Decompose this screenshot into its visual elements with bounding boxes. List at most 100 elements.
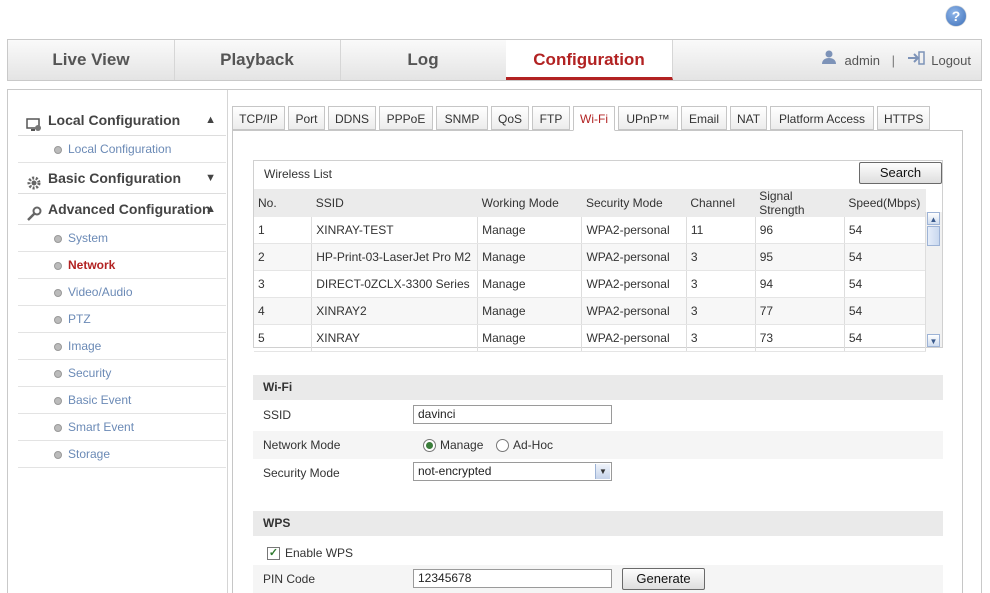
generate-button[interactable]: Generate [622,568,705,590]
col-speed[interactable]: Speed(Mbps) [844,189,926,217]
tab-playback[interactable]: Playback [174,40,341,80]
mode-manage-label: Manage [440,438,484,452]
cell-ssid: XINRAY2 [311,297,479,325]
table-row[interactable]: 3 DIRECT-0ZCLX-3300 Series Manage WPA2-p… [254,270,927,298]
user-separator: | [891,52,895,68]
cell-working-mode: Manage [477,217,583,244]
tab-log[interactable]: Log [340,40,507,80]
sidebar-divider [227,90,228,593]
radio-adhoc[interactable] [496,439,509,453]
cell-working-mode: Manage [477,297,583,325]
cell-channel: 3 [686,243,756,271]
col-ssid[interactable]: SSID [311,189,478,217]
chevron-down-icon[interactable]: ▼ [595,464,610,479]
sidebar-item-system[interactable]: System [18,225,226,252]
tab-nat[interactable]: NAT [730,106,767,130]
user-icon [821,50,841,68]
cell-working-mode: Manage [477,243,583,271]
cell-working-mode: Manage [477,324,583,352]
sidebar-item-basic-event[interactable]: Basic Event [18,387,226,414]
sidebar-item-security[interactable]: Security [18,360,226,387]
sidebar-item-storage[interactable]: Storage [18,441,226,468]
tab-ftp[interactable]: FTP [532,106,570,130]
tab-live-view[interactable]: Live View [8,40,175,80]
col-signal-strength[interactable]: Signal Strength [755,189,845,217]
tab-pppoe[interactable]: PPPoE [379,106,433,130]
enable-wps-option[interactable]: ✓ Enable WPS [267,539,353,567]
sidebar-section-local[interactable]: Local Configuration ▲ [18,105,226,136]
sidebar-item-local-configuration[interactable]: Local Configuration [18,136,226,163]
tab-tcpip[interactable]: TCP/IP [232,106,285,130]
ssid-row: SSID davinci [253,401,943,429]
table-row[interactable]: 2 HP-Print-03-LaserJet Pro M2 Manage WPA… [254,243,927,271]
tab-snmp[interactable]: SNMP [436,106,488,130]
cell-signal-strength: 73 [755,324,845,352]
sidebar-item-image[interactable]: Image [18,333,226,360]
cell-speed: 54 [844,324,927,352]
mode-adhoc-option[interactable]: Ad-Hoc [496,431,553,459]
radio-manage[interactable] [423,439,436,453]
ssid-input[interactable]: davinci [413,405,612,424]
tab-https[interactable]: HTTPS [877,106,930,130]
local-config-icon [26,113,42,132]
wireless-list-panel: Wireless List Search No. SSID Working Mo… [253,160,943,352]
sidebar-section-local-label: Local Configuration [48,112,181,128]
col-security-mode[interactable]: Security Mode [581,189,687,217]
security-mode-value: not-encrypted [418,464,492,478]
wrench-icon [26,202,42,222]
chevron-down-icon: ▼ [205,172,216,184]
col-channel[interactable]: Channel [686,189,756,217]
security-mode-select[interactable]: not-encrypted ▼ [413,462,612,481]
cell-ssid: XINRAY-TEST [311,217,479,244]
sidebar-item-ptz[interactable]: PTZ [18,306,226,333]
gear-icon [26,171,42,190]
cell-no: 1 [254,217,313,244]
sidebar-item-smart-event[interactable]: Smart Event [18,414,226,441]
col-working-mode[interactable]: Working Mode [477,189,582,217]
cell-working-mode: Manage [477,270,583,298]
user-box: admin | Logout [821,40,971,80]
scroll-up-icon[interactable]: ▲ [927,212,940,225]
tab-email[interactable]: Email [681,106,727,130]
sidebar-item-video-audio[interactable]: Video/Audio [18,279,226,306]
sidebar-section-advanced-label: Advanced Configuration [48,201,211,217]
table-header-row: No. SSID Working Mode Security Mode Chan… [254,189,926,217]
wireless-list-scrollbar[interactable]: ▲ ▼ [925,212,942,347]
search-button[interactable]: Search [859,162,942,184]
cell-ssid: XINRAY [311,324,479,352]
chevron-up-icon: ▲ [205,203,216,215]
network-mode-label: Network Mode [263,438,341,452]
tab-platform-access[interactable]: Platform Access [770,106,874,130]
cell-signal-strength: 95 [755,243,845,271]
tab-ddns[interactable]: DDNS [328,106,376,130]
tab-port[interactable]: Port [288,106,325,130]
tab-upnp[interactable]: UPnP™ [618,106,678,130]
cell-speed: 54 [844,270,927,298]
logout-link[interactable]: Logout [931,53,971,68]
cell-ssid: HP-Print-03-LaserJet Pro M2 [311,243,479,271]
tab-wifi[interactable]: Wi-Fi [573,106,615,131]
mode-manage-option[interactable]: Manage [423,431,483,459]
tab-qos[interactable]: QoS [491,106,529,130]
scroll-thumb[interactable] [927,226,940,246]
cell-channel: 3 [686,270,756,298]
table-row[interactable]: 4 XINRAY2 Manage WPA2-personal 3 77 54 [254,297,927,325]
col-no[interactable]: No. [254,189,312,217]
sidebar-item-network[interactable]: Network [18,252,226,279]
help-icon[interactable]: ? [946,6,966,26]
table-row[interactable]: 1 XINRAY-TEST Manage WPA2-personal 11 96… [254,217,927,244]
table-row[interactable]: 5 XINRAY Manage WPA2-personal 3 73 54 [254,324,927,352]
cell-no: 3 [254,270,313,298]
logout-icon[interactable] [907,50,929,68]
tab-configuration[interactable]: Configuration [506,40,673,80]
cell-speed: 54 [844,217,927,244]
sidebar: Local Configuration ▲ Local Configuratio… [18,105,226,468]
sidebar-section-basic[interactable]: Basic Configuration ▼ [18,163,226,194]
chevron-up-icon: ▲ [205,114,216,126]
pin-code-input[interactable]: 12345678 [413,569,612,588]
scroll-down-icon[interactable]: ▼ [927,334,940,347]
cell-security-mode: WPA2-personal [581,217,687,244]
enable-wps-checkbox[interactable]: ✓ [267,547,280,561]
sidebar-section-advanced[interactable]: Advanced Configuration ▲ [18,194,226,225]
enable-wps-label: Enable WPS [285,546,354,560]
